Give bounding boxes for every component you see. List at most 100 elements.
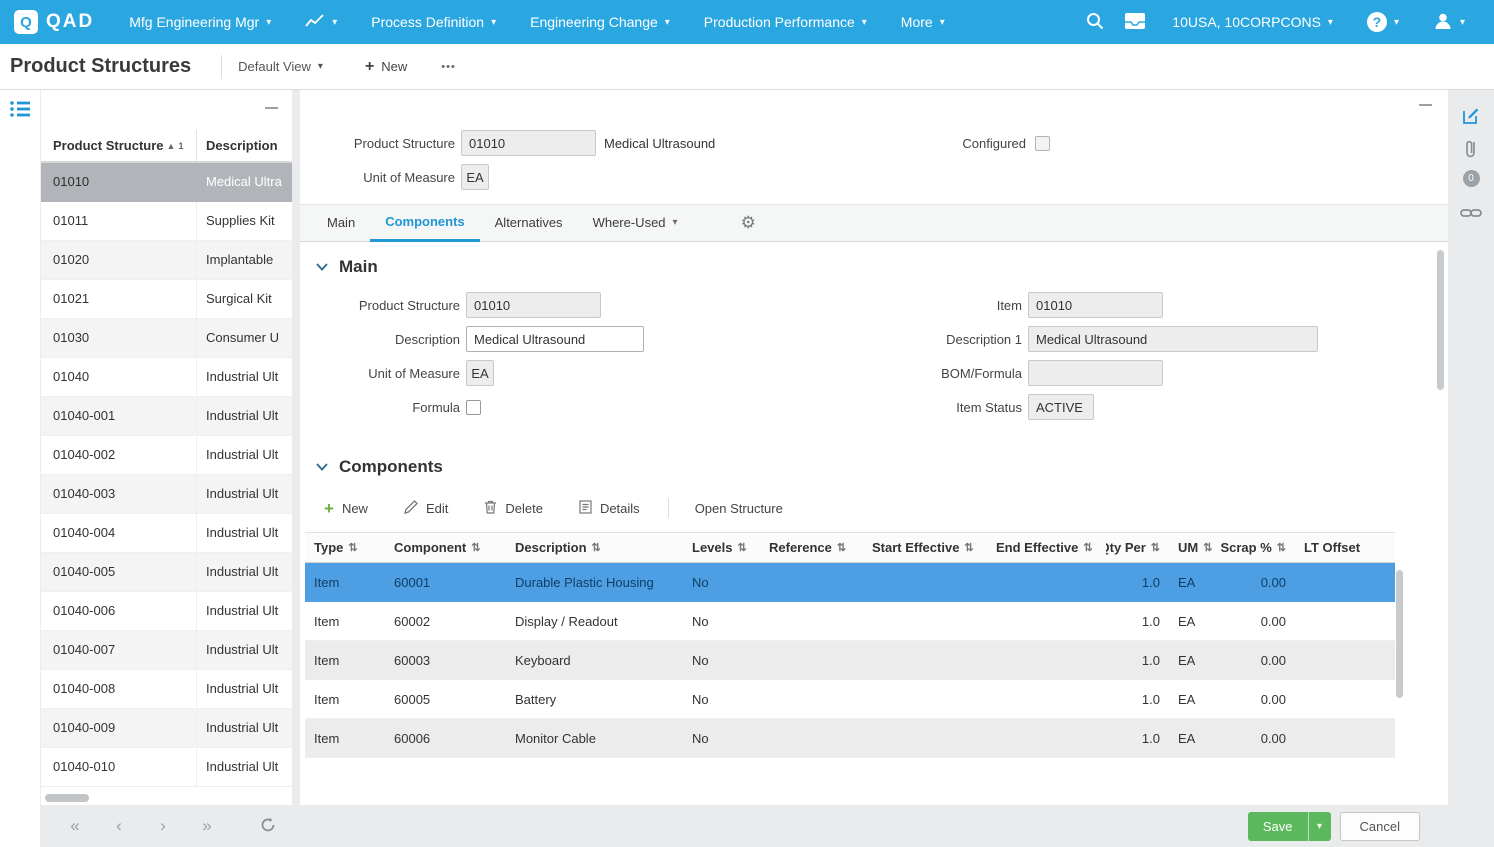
description-field[interactable]: Medical Ultrasound <box>466 326 644 352</box>
item-field[interactable]: 01010 <box>1028 292 1163 318</box>
col-reference[interactable]: Reference⇅ <box>760 533 863 562</box>
browse-row[interactable]: 01040-010Industrial Ult <box>41 748 292 787</box>
component-delete-button[interactable]: Delete <box>484 500 543 517</box>
component-row[interactable]: Item 60003 Keyboard No 1.0 EA 0.00 <box>305 641 1395 680</box>
menu-more[interactable]: More ▾ <box>884 0 962 44</box>
browse-row[interactable]: 01040-001Industrial Ult <box>41 397 292 436</box>
uom-key-field[interactable]: EA <box>461 164 489 190</box>
col-start-effective[interactable]: Start Effective⇅ <box>863 533 987 562</box>
browse-row[interactable]: 01040-006Industrial Ult <box>41 592 292 631</box>
tab-components[interactable]: Components <box>370 204 479 242</box>
cell-qty-per: 1.0 <box>1106 575 1169 590</box>
view-selector[interactable]: Default View ▾ <box>238 59 323 74</box>
browse-row[interactable]: 01040Industrial Ult <box>41 358 292 397</box>
formula-checkbox[interactable] <box>466 400 481 415</box>
attachments-button[interactable] <box>1448 134 1494 168</box>
links-button[interactable] <box>1448 197 1494 231</box>
cell-type: Item <box>305 575 385 590</box>
col-type[interactable]: Type⇅ <box>305 533 385 562</box>
component-new-button[interactable]: + New <box>324 500 368 517</box>
menu-engineering-change[interactable]: Engineering Change ▾ <box>513 0 687 44</box>
col-component[interactable]: Component⇅ <box>385 533 506 562</box>
edit-record-button[interactable] <box>1448 100 1494 134</box>
browse-hscrollbar-thumb[interactable] <box>45 794 89 802</box>
cancel-button[interactable]: Cancel <box>1340 812 1420 841</box>
description1-field[interactable]: Medical Ultrasound <box>1028 326 1318 352</box>
browse-row[interactable]: 01020Implantable <box>41 241 292 280</box>
browse-list-button[interactable] <box>0 90 40 130</box>
browse-row[interactable]: 01040-005Industrial Ult <box>41 553 292 592</box>
first-page-button[interactable]: « <box>64 816 86 836</box>
help-menu[interactable]: ? ▾ <box>1350 0 1416 44</box>
component-row[interactable]: Item 60006 Monitor Cable No 1.0 EA 0.00 <box>305 719 1395 758</box>
new-record-button[interactable]: + New <box>365 58 407 76</box>
tab-main[interactable]: Main <box>312 204 370 242</box>
component-row[interactable]: Item 60005 Battery No 1.0 EA 0.00 <box>305 680 1395 719</box>
browse-col-description[interactable]: Description <box>197 138 292 153</box>
col-um[interactable]: UM⇅ <box>1169 533 1219 562</box>
browse-cell-desc: Industrial Ult <box>197 358 292 396</box>
ps-field-label: Product Structure <box>300 298 460 313</box>
component-details-button[interactable]: Details <box>579 500 640 517</box>
sort-order-badge: 1 <box>178 141 183 151</box>
col-levels[interactable]: Levels⇅ <box>683 533 760 562</box>
refresh-button[interactable] <box>260 817 276 836</box>
metrics-menu[interactable]: ▾ <box>288 0 354 44</box>
menu-process-definition[interactable]: Process Definition ▾ <box>354 0 513 44</box>
cell-scrap-pct: 0.00 <box>1219 692 1295 707</box>
col-description[interactable]: Description⇅ <box>506 533 683 562</box>
browse-row[interactable]: 01040-003Industrial Ult <box>41 475 292 514</box>
browse-row[interactable]: 01040-009Industrial Ult <box>41 709 292 748</box>
table-vscrollbar-thumb[interactable] <box>1396 570 1403 698</box>
menu-production-performance[interactable]: Production Performance ▾ <box>687 0 884 44</box>
tab-where-used[interactable]: Where-Used ▾ <box>578 204 693 242</box>
section-collapse-chevron-icon[interactable] <box>316 463 328 471</box>
next-page-button[interactable]: › <box>152 816 174 836</box>
more-actions-button[interactable]: ••• <box>441 61 456 73</box>
col-scrap-pct[interactable]: Scrap %⇅ <box>1219 533 1295 562</box>
cell-component: 60006 <box>385 731 506 746</box>
qad-logo[interactable]: Q QAD <box>14 10 94 34</box>
uom-field[interactable]: EA <box>466 360 494 386</box>
col-type-label: Type <box>314 540 343 555</box>
browse-row[interactable]: 01040-002Industrial Ult <box>41 436 292 475</box>
browse-row[interactable]: 01030Consumer U <box>41 319 292 358</box>
browse-row[interactable]: 01040-008Industrial Ult <box>41 670 292 709</box>
open-structure-button[interactable]: Open Structure <box>695 501 783 516</box>
ps-key-field[interactable]: 01010 <box>461 130 596 156</box>
main-vscrollbar-thumb[interactable] <box>1437 250 1444 390</box>
col-end-effective[interactable]: End Effective⇅ <box>987 533 1106 562</box>
item-status-field[interactable]: ACTIVE <box>1028 394 1094 420</box>
configured-checkbox[interactable] <box>1035 136 1050 151</box>
browse-col-product-structure[interactable]: Product Structure ▲ 1 <box>41 130 197 161</box>
component-row[interactable]: Item 60002 Display / Readout No 1.0 EA 0… <box>305 602 1395 641</box>
domain-menu[interactable]: 10USA, 10CORPCONS ▾ <box>1155 0 1350 44</box>
col-qty-per[interactable]: Qty Per⇅ <box>1106 533 1169 562</box>
browse-row[interactable]: 01011Supplies Kit <box>41 202 292 241</box>
last-page-button[interactable]: » <box>196 816 218 836</box>
save-options-button[interactable]: ▾ <box>1308 812 1331 841</box>
browse-collapse-button[interactable] <box>265 107 278 109</box>
browse-row[interactable]: 01021Surgical Kit <box>41 280 292 319</box>
browse-row[interactable]: 01040-004Industrial Ult <box>41 514 292 553</box>
save-button[interactable]: Save <box>1248 812 1308 841</box>
search-button[interactable] <box>1075 0 1115 44</box>
component-edit-button[interactable]: Edit <box>404 500 448 517</box>
component-row[interactable]: Item 60001 Durable Plastic Housing No 1.… <box>305 563 1395 602</box>
ps-field[interactable]: 01010 <box>466 292 601 318</box>
qad-brand-text: QAD <box>46 11 94 33</box>
tab-alternatives[interactable]: Alternatives <box>480 204 578 242</box>
prev-page-button[interactable]: ‹ <box>108 816 130 836</box>
col-lt-offset[interactable]: LT Offset <box>1295 533 1395 562</box>
user-menu[interactable]: ▾ <box>1416 0 1482 44</box>
browse-row[interactable]: 01010Medical Ultra <box>41 163 292 202</box>
browse-cell-desc: Industrial Ult <box>197 709 292 747</box>
tab-settings-gear-button[interactable]: ⚙ <box>741 213 756 233</box>
section-collapse-chevron-icon[interactable] <box>316 263 328 271</box>
bom-formula-field[interactable] <box>1028 360 1163 386</box>
role-menu[interactable]: Mfg Engineering Mgr ▾ <box>112 0 288 44</box>
main-collapse-button[interactable] <box>1419 104 1432 106</box>
inbox-button[interactable] <box>1115 0 1155 44</box>
browse-hscrollbar[interactable] <box>45 794 288 802</box>
browse-row[interactable]: 01040-007Industrial Ult <box>41 631 292 670</box>
